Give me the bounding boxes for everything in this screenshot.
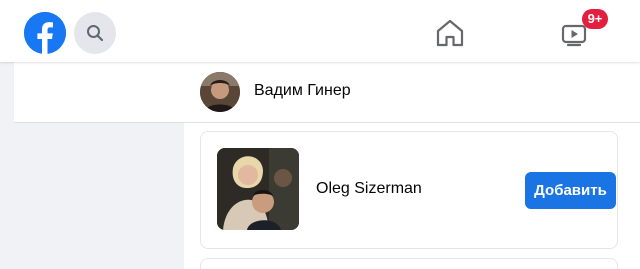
search-button[interactable]: [74, 12, 116, 54]
friend-suggestion-card: Oleg Sizerman Добавить: [200, 131, 618, 249]
friend-photo[interactable]: [217, 148, 299, 230]
home-icon[interactable]: [434, 18, 466, 48]
page: 9+ Вадим Гинер Oleg Sizerman Добавить: [0, 0, 640, 269]
friend-name[interactable]: Oleg Sizerman: [316, 180, 422, 198]
avatar[interactable]: [200, 72, 240, 112]
add-friend-button[interactable]: Добавить: [525, 172, 616, 209]
profile-header: Вадим Гинер: [14, 62, 640, 123]
facebook-logo-icon[interactable]: [24, 12, 66, 54]
search-icon: [87, 25, 104, 42]
notification-badge: 9+: [582, 9, 608, 29]
top-navigation-bar: 9+: [0, 0, 640, 62]
profile-name[interactable]: Вадим Гинер: [254, 82, 351, 100]
next-suggestion-card: [200, 258, 618, 269]
